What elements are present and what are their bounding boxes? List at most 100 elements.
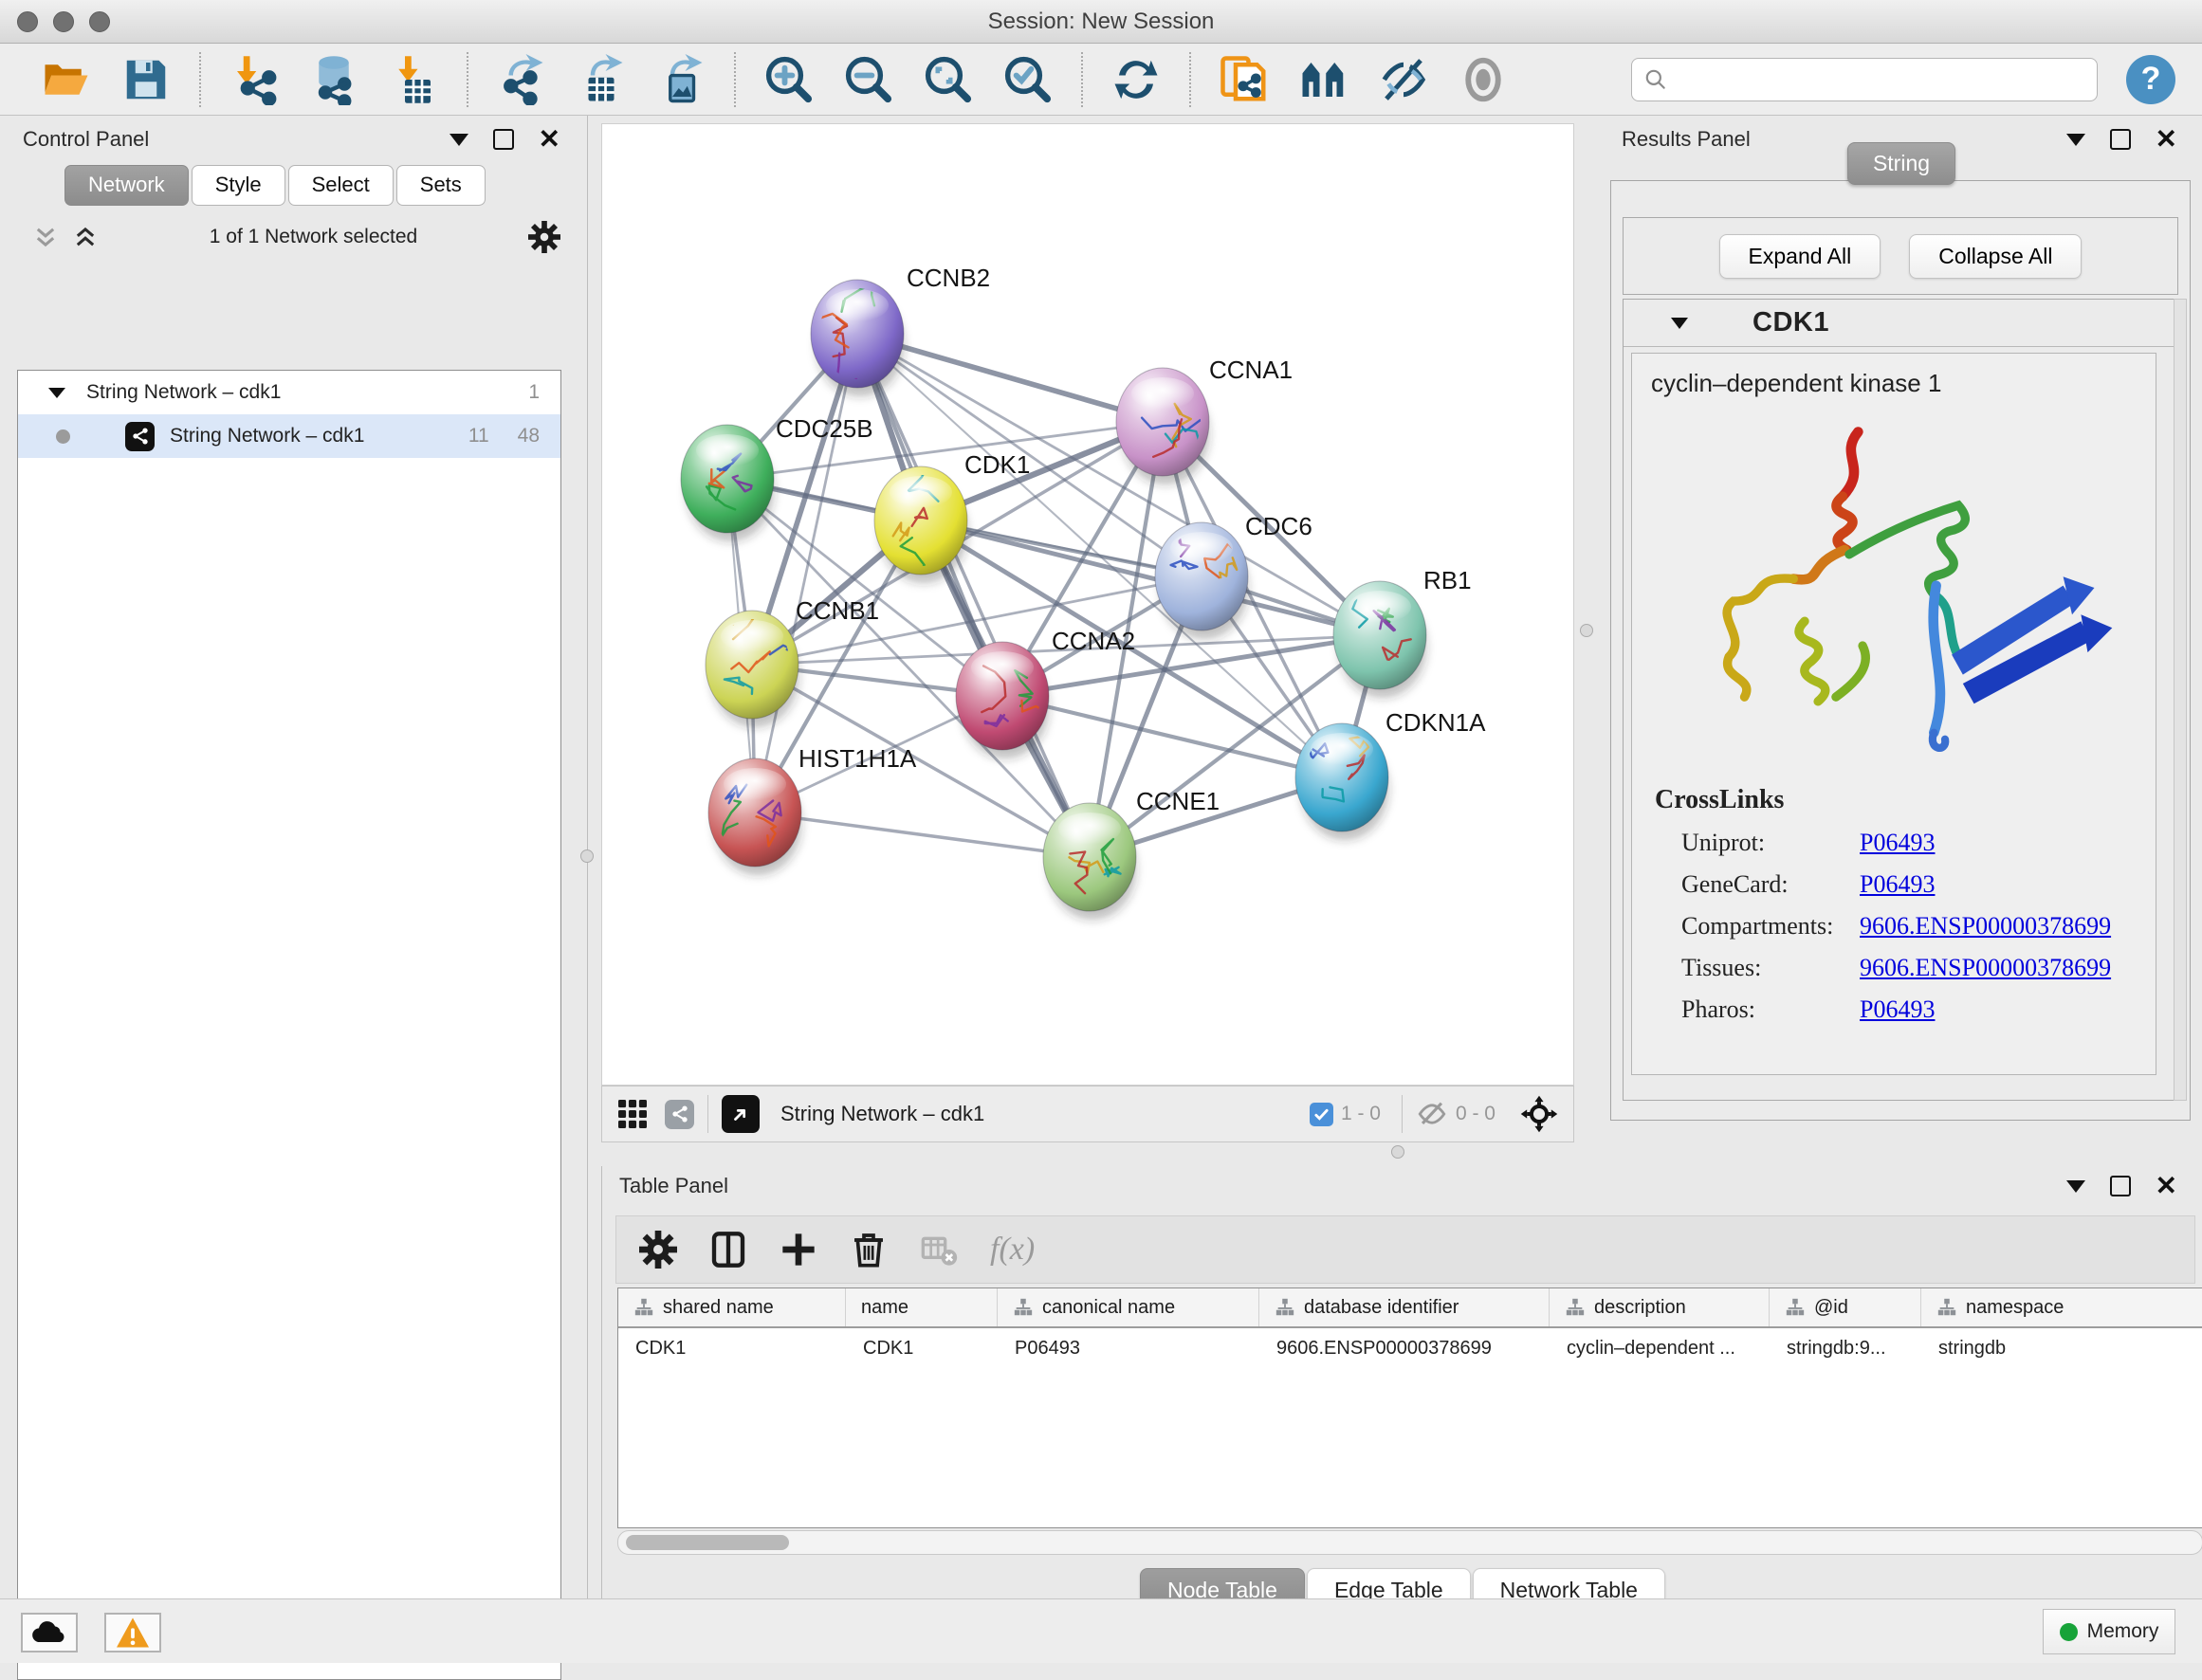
network-view-toolbar: String Network – cdk1 1 - 0 0 - 0: [601, 1086, 1574, 1142]
memory-button[interactable]: Memory: [2043, 1609, 2175, 1654]
column-header[interactable]: name: [846, 1288, 998, 1326]
table-cell[interactable]: stringdb: [1921, 1338, 2202, 1360]
panel-close-icon[interactable]: ✕: [2156, 130, 2177, 149]
network-node[interactable]: CCNB1: [706, 596, 879, 727]
network-edge[interactable]: [755, 813, 1090, 857]
crosslink-link[interactable]: 9606.ENSP00000378699: [1860, 954, 2111, 982]
search-input[interactable]: [1631, 58, 2098, 101]
panel-menu-icon[interactable]: [450, 134, 468, 146]
splitter-handle[interactable]: [1580, 624, 1593, 637]
import-table-icon[interactable]: [387, 53, 440, 106]
export-image-icon[interactable]: [654, 53, 707, 106]
crosslink-link[interactable]: P06493: [1860, 995, 1935, 1024]
splitter-handle[interactable]: [1391, 1145, 1404, 1159]
panel-float-icon[interactable]: [493, 129, 514, 150]
export-network-icon[interactable]: [495, 53, 548, 106]
network-badge-icon[interactable]: [665, 1100, 694, 1129]
table-horizontal-scrollbar[interactable]: [617, 1530, 2202, 1555]
table-row[interactable]: CDK1 CDK1 P06493 9606.ENSP00000378699 cy…: [618, 1328, 2202, 1368]
import-network-file-icon[interactable]: [228, 53, 281, 106]
table-cell[interactable]: CDK1: [618, 1338, 846, 1360]
open-session-icon[interactable]: [40, 53, 93, 106]
table-cell[interactable]: P06493: [998, 1338, 1259, 1360]
panel-float-icon[interactable]: [2110, 1176, 2131, 1196]
cloud-status-button[interactable]: [21, 1613, 78, 1653]
warning-button[interactable]: [104, 1613, 161, 1653]
network-edge[interactable]: [755, 334, 857, 813]
network-collection-row[interactable]: String Network – cdk1 1: [18, 371, 560, 414]
section-expand-icon[interactable]: [1671, 318, 1688, 329]
column-header[interactable]: namespace: [1921, 1288, 2202, 1326]
zoom-in-icon[interactable]: [762, 53, 816, 106]
network-row[interactable]: String Network – cdk1 11 48: [18, 414, 560, 458]
zoom-fit-icon[interactable]: [922, 53, 975, 106]
column-header[interactable]: shared name: [618, 1288, 846, 1326]
network-canvas[interactable]: CCNB2CCNA1CDC25BCDK1CDC6RB1CCNB1CCNA2CDK…: [601, 123, 1574, 1086]
collection-expand-icon[interactable]: [48, 388, 65, 398]
crosslink-link[interactable]: P06493: [1860, 829, 1935, 857]
network-node[interactable]: CCNB2: [807, 264, 990, 396]
node-label: HIST1H1A: [798, 744, 917, 773]
panel-close-icon[interactable]: ✕: [539, 130, 560, 149]
import-network-database-icon[interactable]: [307, 53, 360, 106]
column-header[interactable]: database identifier: [1259, 1288, 1550, 1326]
detach-view-icon[interactable]: [722, 1095, 760, 1133]
crosslink-row: Compartments: 9606.ENSP00000378699: [1681, 912, 2156, 940]
protein-section-header[interactable]: CDK1: [1624, 300, 2177, 347]
column-header[interactable]: description: [1550, 1288, 1770, 1326]
column-header[interactable]: canonical name: [998, 1288, 1259, 1326]
show-graphics-details-icon[interactable]: [1218, 53, 1271, 106]
apply-layout-icon[interactable]: [1110, 53, 1163, 106]
tab-style[interactable]: Style: [192, 165, 285, 206]
results-scrollbar[interactable]: [2174, 299, 2187, 1101]
save-session-icon[interactable]: [119, 53, 173, 106]
network-node[interactable]: RB1: [1333, 566, 1472, 698]
network-node[interactable]: HIST1H1A: [708, 744, 917, 875]
search-field[interactable]: [1678, 68, 2085, 91]
expand-all-button[interactable]: Expand All: [1719, 234, 1881, 279]
hide-details-icon[interactable]: [1377, 53, 1430, 106]
help-button[interactable]: ?: [2126, 55, 2175, 104]
table-cell[interactable]: stringdb:9...: [1770, 1338, 1921, 1360]
network-node[interactable]: CCNE1: [1043, 787, 1220, 920]
splitter-handle[interactable]: [580, 849, 594, 863]
grid-view-icon[interactable]: [615, 1097, 650, 1131]
table-cell[interactable]: CDK1: [846, 1338, 998, 1360]
network-edge[interactable]: [857, 334, 1090, 857]
network-node[interactable]: CDKN1A: [1295, 708, 1486, 840]
table-cell[interactable]: cyclin–dependent ...: [1550, 1338, 1770, 1360]
zoom-selected-icon[interactable]: [1001, 53, 1055, 106]
add-column-icon[interactable]: [780, 1231, 817, 1269]
panel-menu-icon[interactable]: [2066, 1180, 2085, 1193]
tab-network[interactable]: Network: [64, 165, 189, 206]
panel-close-icon[interactable]: ✕: [2156, 1177, 2177, 1196]
protein-name: CDK1: [1752, 307, 1829, 338]
table-settings-gear-icon[interactable]: [639, 1231, 677, 1269]
scrollbar-thumb[interactable]: [626, 1535, 789, 1550]
crosslink-link[interactable]: 9606.ENSP00000378699: [1860, 912, 2111, 940]
collapse-all-button[interactable]: Collapse All: [1909, 234, 2082, 279]
panel-menu-icon[interactable]: [2066, 134, 2085, 146]
delete-column-icon[interactable]: [850, 1231, 888, 1269]
show-columns-icon[interactable]: [709, 1231, 747, 1269]
zoom-out-icon[interactable]: [842, 53, 895, 106]
panel-float-icon[interactable]: [2110, 129, 2131, 150]
tab-sets[interactable]: Sets: [396, 165, 486, 206]
network-node[interactable]: CDC6: [1155, 512, 1312, 639]
expand-all-icon[interactable]: [72, 224, 99, 250]
table-cell[interactable]: 9606.ENSP00000378699: [1259, 1338, 1550, 1360]
birds-eye-view-icon[interactable]: [1297, 53, 1350, 106]
tab-select[interactable]: Select: [288, 165, 394, 206]
collapse-all-icon[interactable]: [32, 224, 59, 250]
export-table-icon[interactable]: [575, 53, 628, 106]
gear-icon[interactable]: [528, 221, 560, 253]
network-node[interactable]: CDC25B: [681, 414, 873, 541]
crosshair-icon[interactable]: [1518, 1093, 1560, 1135]
crosslinks-section: CrossLinks Uniprot: P06493 GeneCard: P06…: [1655, 785, 2156, 1024]
network-edge[interactable]: [1002, 696, 1342, 777]
title-bar: Session: New Session: [0, 0, 2202, 44]
column-header[interactable]: @id: [1770, 1288, 1921, 1326]
crosslink-link[interactable]: P06493: [1860, 870, 1935, 899]
tab-string[interactable]: String: [1847, 142, 1955, 185]
network-node[interactable]: CDK1: [874, 450, 1030, 583]
